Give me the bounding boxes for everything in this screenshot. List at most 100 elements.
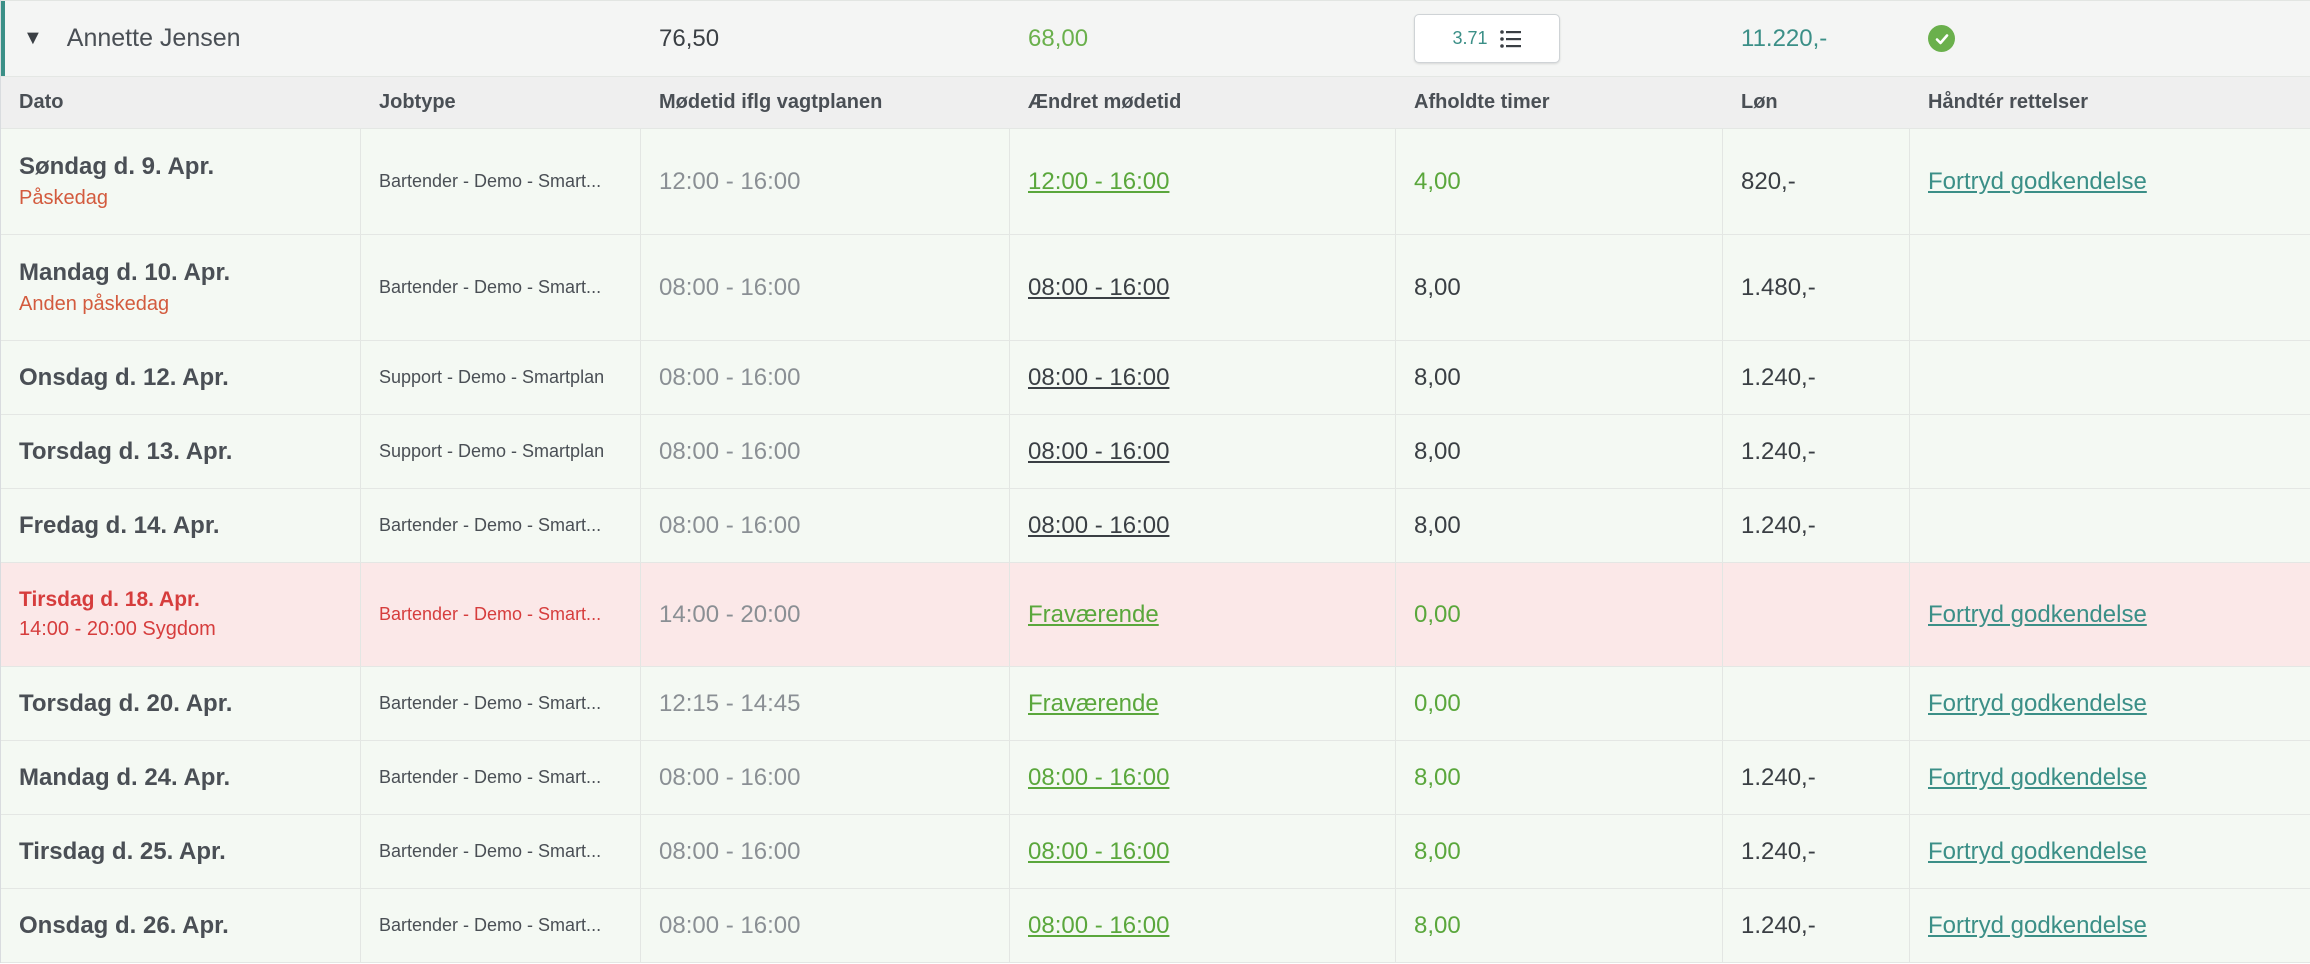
- row-jobtype: Bartender - Demo - Smart...: [379, 915, 602, 935]
- row-scheduled-time: 08:00 - 16:00: [659, 511, 801, 539]
- action-cell: Fortryd godkendelse: [1910, 129, 2310, 234]
- row-hours: 4,00: [1414, 167, 1461, 195]
- row-date: Torsdag d. 20. Apr.: [19, 689, 233, 717]
- revert-approval-link[interactable]: Fortryd godkendelse: [1928, 838, 2310, 866]
- row-changed-time-link[interactable]: 08:00 - 16:00: [1028, 912, 1395, 940]
- hours-cell: 8,00: [1396, 235, 1723, 340]
- employee-approved-cell: 68,00: [1010, 1, 1396, 76]
- table-row: Tirsdag d. 25. Apr. Bartender - Demo - S…: [1, 815, 2310, 889]
- action-cell: Fortryd godkendelse: [1910, 667, 2310, 740]
- row-changed-time-link[interactable]: 08:00 - 16:00: [1028, 274, 1395, 302]
- row-date: Onsdag d. 26. Apr.: [19, 911, 229, 939]
- detail-list-button[interactable]: 3.71: [1414, 14, 1560, 63]
- row-scheduled-time: 08:00 - 16:00: [659, 437, 801, 465]
- action-cell: [1910, 235, 2310, 340]
- date-cell: Tirsdag d. 25. Apr.: [1, 815, 361, 888]
- row-jobtype: Bartender - Demo - Smart...: [379, 515, 602, 535]
- hours-cell: 8,00: [1396, 741, 1723, 814]
- scheduled-cell: 08:00 - 16:00: [641, 489, 1010, 562]
- wage-cell: 820,-: [1723, 129, 1910, 234]
- row-wage: 1.240,-: [1741, 511, 1816, 539]
- column-header-date: Dato: [19, 91, 64, 113]
- table-header: Dato Jobtype Mødetid iflg vagtplanen Ænd…: [1, 77, 2310, 129]
- revert-approval-link[interactable]: Fortryd godkendelse: [1928, 601, 2310, 629]
- row-jobtype: Bartender - Demo - Smart...: [379, 604, 602, 624]
- row-date: Torsdag d. 13. Apr.: [19, 437, 233, 465]
- row-changed-time-link[interactable]: 08:00 - 16:00: [1028, 438, 1395, 466]
- hours-cell: 8,00: [1396, 815, 1723, 888]
- row-changed-time-link[interactable]: 08:00 - 16:00: [1028, 512, 1395, 540]
- action-cell: Fortryd godkendelse: [1910, 741, 2310, 814]
- detail-value: 3.71: [1452, 28, 1488, 48]
- revert-approval-link[interactable]: Fortryd godkendelse: [1928, 912, 2310, 940]
- date-cell: Mandag d. 24. Apr.: [1, 741, 361, 814]
- row-changed-time-link[interactable]: 08:00 - 16:00: [1028, 364, 1395, 392]
- row-date-note: 14:00 - 20:00 Sygdom: [19, 618, 216, 640]
- row-hours: 0,00: [1414, 600, 1461, 628]
- hours-cell: 0,00: [1396, 667, 1723, 740]
- column-header-scheduled: Mødetid iflg vagtplanen: [659, 91, 883, 113]
- row-jobtype: Bartender - Demo - Smart...: [379, 767, 602, 787]
- jobtype-cell: Bartender - Demo - Smart...: [361, 563, 641, 666]
- table-row: Søndag d. 9. Apr. Påskedag Bartender - D…: [1, 129, 2310, 235]
- employee-summary-row[interactable]: ▼ Annette Jensen 76,50 68,00 3.71 11.220…: [1, 0, 2310, 77]
- action-cell: [1910, 341, 2310, 414]
- table-row: Torsdag d. 13. Apr. Support - Demo - Sma…: [1, 415, 2310, 489]
- wage-cell: 1.240,-: [1723, 341, 1910, 414]
- spacer-cell: [361, 1, 641, 76]
- revert-approval-link[interactable]: Fortryd godkendelse: [1928, 168, 2310, 196]
- jobtype-cell: Bartender - Demo - Smart...: [361, 667, 641, 740]
- action-cell: [1910, 489, 2310, 562]
- wage-cell: 1.240,-: [1723, 815, 1910, 888]
- jobtype-cell: Bartender - Demo - Smart...: [361, 129, 641, 234]
- row-date: Onsdag d. 12. Apr.: [19, 363, 229, 391]
- jobtype-cell: Bartender - Demo - Smart...: [361, 889, 641, 962]
- employee-hours-cell: 76,50: [641, 1, 1010, 76]
- hours-cell: 8,00: [1396, 889, 1723, 962]
- row-wage: 1.240,-: [1741, 763, 1816, 791]
- row-date-note: Påskedag: [19, 187, 108, 209]
- jobtype-cell: Bartender - Demo - Smart...: [361, 815, 641, 888]
- employee-wage-cell: 11.220,-: [1723, 1, 1910, 76]
- jobtype-cell: Bartender - Demo - Smart...: [361, 235, 641, 340]
- scheduled-cell: 08:00 - 16:00: [641, 741, 1010, 814]
- jobtype-cell: Bartender - Demo - Smart...: [361, 489, 641, 562]
- collapse-caret-icon[interactable]: ▼: [23, 27, 43, 50]
- row-wage: 1.240,-: [1741, 911, 1816, 939]
- row-wage: 1.480,-: [1741, 273, 1816, 301]
- row-jobtype: Bartender - Demo - Smart...: [379, 841, 602, 861]
- row-hours: 8,00: [1414, 911, 1461, 939]
- row-changed-time-link[interactable]: 08:00 - 16:00: [1028, 764, 1395, 792]
- list-icon: [1499, 29, 1522, 48]
- row-changed-time-link[interactable]: Fraværende: [1028, 601, 1395, 629]
- action-cell: Fortryd godkendelse: [1910, 815, 2310, 888]
- date-cell: Søndag d. 9. Apr. Påskedag: [1, 129, 361, 234]
- hours-cell: 8,00: [1396, 489, 1723, 562]
- column-header-hours: Afholdte timer: [1414, 91, 1550, 113]
- row-changed-time-link[interactable]: 08:00 - 16:00: [1028, 838, 1395, 866]
- changed-cell: 08:00 - 16:00: [1010, 889, 1396, 962]
- revert-approval-link[interactable]: Fortryd godkendelse: [1928, 764, 2310, 792]
- row-changed-time-link[interactable]: Fraværende: [1028, 690, 1395, 718]
- wage-cell: 1.240,-: [1723, 415, 1910, 488]
- row-hours: 8,00: [1414, 273, 1461, 301]
- hours-cell: 8,00: [1396, 415, 1723, 488]
- date-cell: Onsdag d. 26. Apr.: [1, 889, 361, 962]
- changed-cell: Fraværende: [1010, 563, 1396, 666]
- row-scheduled-time: 12:00 - 16:00: [659, 167, 801, 195]
- approved-check-icon: [1928, 25, 1955, 52]
- row-changed-time-link[interactable]: 12:00 - 16:00: [1028, 168, 1395, 196]
- employee-name-cell[interactable]: ▼ Annette Jensen: [1, 1, 361, 76]
- wage-cell: 1.240,-: [1723, 489, 1910, 562]
- changed-cell: 08:00 - 16:00: [1010, 341, 1396, 414]
- changed-cell: Fraværende: [1010, 667, 1396, 740]
- row-scheduled-time: 14:00 - 20:00: [659, 600, 801, 628]
- scheduled-cell: 08:00 - 16:00: [641, 341, 1010, 414]
- date-cell: Tirsdag d. 18. Apr. 14:00 - 20:00 Sygdom: [1, 563, 361, 666]
- row-jobtype: Support - Demo - Smartplan: [379, 441, 605, 461]
- revert-approval-link[interactable]: Fortryd godkendelse: [1928, 690, 2310, 718]
- wage-cell: 1.480,-: [1723, 235, 1910, 340]
- changed-cell: 08:00 - 16:00: [1010, 815, 1396, 888]
- row-scheduled-time: 08:00 - 16:00: [659, 763, 801, 791]
- wage-cell: 1.240,-: [1723, 889, 1910, 962]
